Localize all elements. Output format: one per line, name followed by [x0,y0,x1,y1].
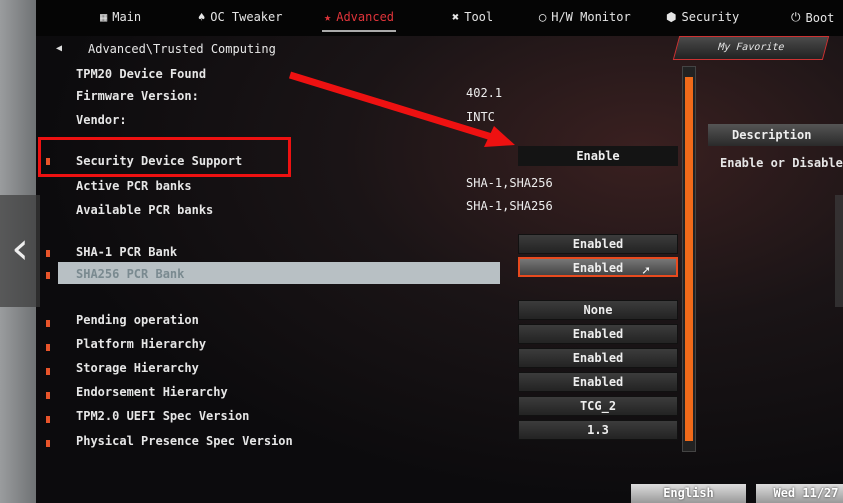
chevron-left-icon: ‹ [11,223,29,274]
annotation-arrow-line [288,71,497,142]
carousel-next-button[interactable] [835,195,843,307]
carousel-prev-button[interactable]: ‹ [0,195,40,307]
annotation-arrow [288,71,515,147]
